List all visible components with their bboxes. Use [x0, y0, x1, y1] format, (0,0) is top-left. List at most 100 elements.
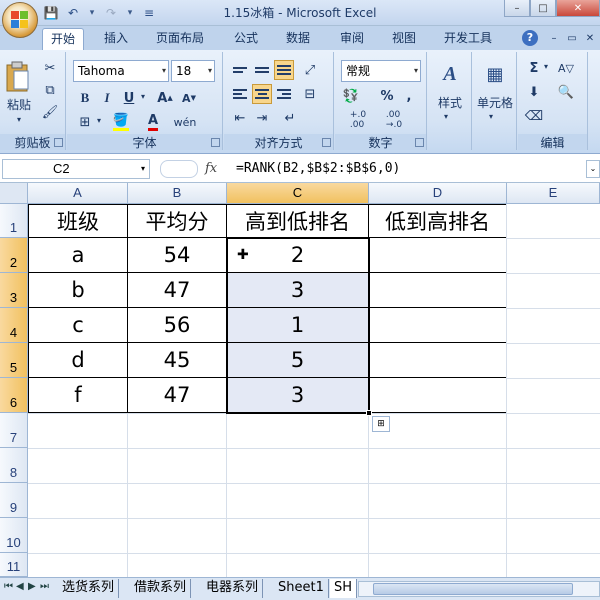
cell-a4[interactable]: c: [28, 308, 128, 343]
name-box[interactable]: C2 ▾: [2, 159, 150, 179]
cell-c5[interactable]: 5: [227, 343, 369, 378]
format-painter-icon[interactable]: 🖌: [40, 102, 60, 122]
currency-icon[interactable]: 💱: [341, 86, 361, 106]
ribbon-close-icon[interactable]: ✕: [582, 30, 598, 46]
find-select-icon[interactable]: 🔍: [556, 82, 576, 102]
align-center-icon[interactable]: [252, 84, 272, 104]
cell-c1[interactable]: 高到低排名: [227, 204, 369, 238]
row-header-3[interactable]: 3: [0, 273, 28, 308]
ribbon-minimize-icon[interactable]: –: [546, 30, 562, 46]
formula-bar-splitter[interactable]: [160, 160, 198, 178]
maximize-button[interactable]: □: [530, 0, 556, 17]
close-button[interactable]: ✕: [556, 0, 600, 17]
italic-icon[interactable]: I: [97, 88, 117, 108]
clear-icon[interactable]: ⌫: [524, 106, 544, 126]
cells-icon[interactable]: ▦: [481, 60, 509, 88]
alignment-launcher-icon[interactable]: [322, 138, 331, 147]
insert-function-icon[interactable]: fx: [205, 161, 217, 176]
horizontal-scrollbar[interactable]: [358, 581, 600, 597]
styles-icon[interactable]: A: [436, 60, 464, 88]
cell-b1[interactable]: 平均分: [128, 204, 227, 238]
cell-a5[interactable]: d: [28, 343, 128, 378]
borders-dropdown-icon[interactable]: ▾: [97, 116, 101, 125]
number-launcher-icon[interactable]: [415, 138, 424, 147]
auto-fill-options-icon[interactable]: ⊞: [372, 416, 390, 432]
formula-input[interactable]: =RANK(B2,$B$2:$B$6,0): [236, 161, 400, 176]
font-size-select[interactable]: 18 ▾: [171, 60, 215, 82]
tab-page-layout[interactable]: 页面布局: [148, 28, 212, 50]
increase-decimal-icon[interactable]: +.0.00: [343, 110, 373, 130]
cell-b6[interactable]: 47: [128, 378, 227, 413]
styles-dropdown-icon[interactable]: ▾: [444, 112, 448, 121]
cell-c3[interactable]: 3: [227, 273, 369, 308]
sheet-tab[interactable]: 借款系列: [130, 579, 192, 598]
cut-icon[interactable]: ✂: [40, 58, 60, 78]
align-top-icon[interactable]: [230, 60, 250, 80]
tab-view[interactable]: 视图: [384, 28, 424, 50]
sheet-tab-active[interactable]: SH: [330, 579, 358, 598]
tab-formulas[interactable]: 公式: [226, 28, 266, 50]
row-header-1[interactable]: 1: [0, 204, 28, 238]
prev-sheet-icon[interactable]: ◀: [16, 581, 24, 592]
worksheet-grid[interactable]: A B C D E 1 2 3 4 5 6 7 8 9 10 11 班级 平均分…: [0, 183, 600, 577]
tab-home[interactable]: 开始: [42, 28, 85, 50]
cell-b4[interactable]: 56: [128, 308, 227, 343]
column-header-c[interactable]: C: [227, 183, 369, 204]
row-header-10[interactable]: 10: [0, 518, 28, 553]
align-left-icon[interactable]: [230, 84, 250, 104]
cell-b2[interactable]: 54: [128, 238, 227, 273]
align-right-icon[interactable]: [274, 84, 294, 104]
tab-developer[interactable]: 开发工具: [436, 28, 500, 50]
paste-label[interactable]: 粘贴: [4, 96, 34, 112]
last-sheet-icon[interactable]: ⏭: [40, 581, 49, 592]
font-launcher-icon[interactable]: [211, 138, 220, 147]
cells-dropdown-icon[interactable]: ▾: [489, 112, 493, 121]
office-button[interactable]: [2, 2, 38, 38]
column-header-a[interactable]: A: [28, 183, 128, 204]
cell-a3[interactable]: b: [28, 273, 128, 308]
font-name-select[interactable]: Tahoma ▾: [73, 60, 169, 82]
row-header-6[interactable]: 6: [0, 378, 28, 413]
phonetic-guide-icon[interactable]: wén: [174, 112, 197, 132]
underline-dropdown-icon[interactable]: ▾: [141, 92, 145, 101]
tab-review[interactable]: 审阅: [332, 28, 372, 50]
sheet-tab[interactable]: Sheet1: [274, 579, 329, 598]
sort-filter-icon[interactable]: A▽: [556, 58, 576, 78]
cell-c6[interactable]: 3: [227, 378, 369, 413]
copy-icon[interactable]: ⧉: [40, 80, 60, 100]
paste-dropdown-icon[interactable]: ▾: [14, 114, 24, 124]
autosum-icon[interactable]: Σ: [524, 58, 544, 78]
row-header-11[interactable]: 11: [0, 553, 28, 577]
minimize-button[interactable]: –: [504, 0, 530, 17]
row-header-7[interactable]: 7: [0, 413, 28, 448]
select-all-corner[interactable]: [0, 183, 28, 204]
row-header-5[interactable]: 5: [0, 343, 28, 378]
autosum-dropdown-icon[interactable]: ▾: [544, 62, 548, 71]
tab-insert[interactable]: 插入: [96, 28, 136, 50]
cell-a2[interactable]: a: [28, 238, 128, 273]
sheet-tab[interactable]: 电器系列: [202, 579, 264, 598]
ribbon-restore-icon[interactable]: ▭: [564, 30, 580, 46]
cell-d2[interactable]: [369, 238, 507, 273]
underline-icon[interactable]: U: [119, 88, 139, 108]
first-sheet-icon[interactable]: ⏮: [4, 581, 13, 592]
borders-icon[interactable]: ⊞: [75, 112, 95, 132]
increase-indent-icon[interactable]: ⇥: [252, 108, 272, 128]
cell-d3[interactable]: [369, 273, 507, 308]
cell-d4[interactable]: [369, 308, 507, 343]
fill-color-icon[interactable]: 🪣: [111, 112, 131, 132]
cell-d6[interactable]: [369, 378, 507, 413]
scrollbar-thumb[interactable]: [373, 583, 573, 595]
paste-button[interactable]: [4, 58, 32, 94]
row-header-4[interactable]: 4: [0, 308, 28, 343]
column-header-d[interactable]: D: [369, 183, 507, 204]
cell-b3[interactable]: 47: [128, 273, 227, 308]
row-header-2[interactable]: 2: [0, 238, 28, 273]
row-header-8[interactable]: 8: [0, 448, 28, 483]
comma-style-icon[interactable]: ,: [399, 86, 419, 106]
column-header-b[interactable]: B: [128, 183, 227, 204]
styles-button[interactable]: 样式: [428, 94, 472, 110]
cell-b5[interactable]: 45: [128, 343, 227, 378]
cell-a6[interactable]: f: [28, 378, 128, 413]
cell-d5[interactable]: [369, 343, 507, 378]
